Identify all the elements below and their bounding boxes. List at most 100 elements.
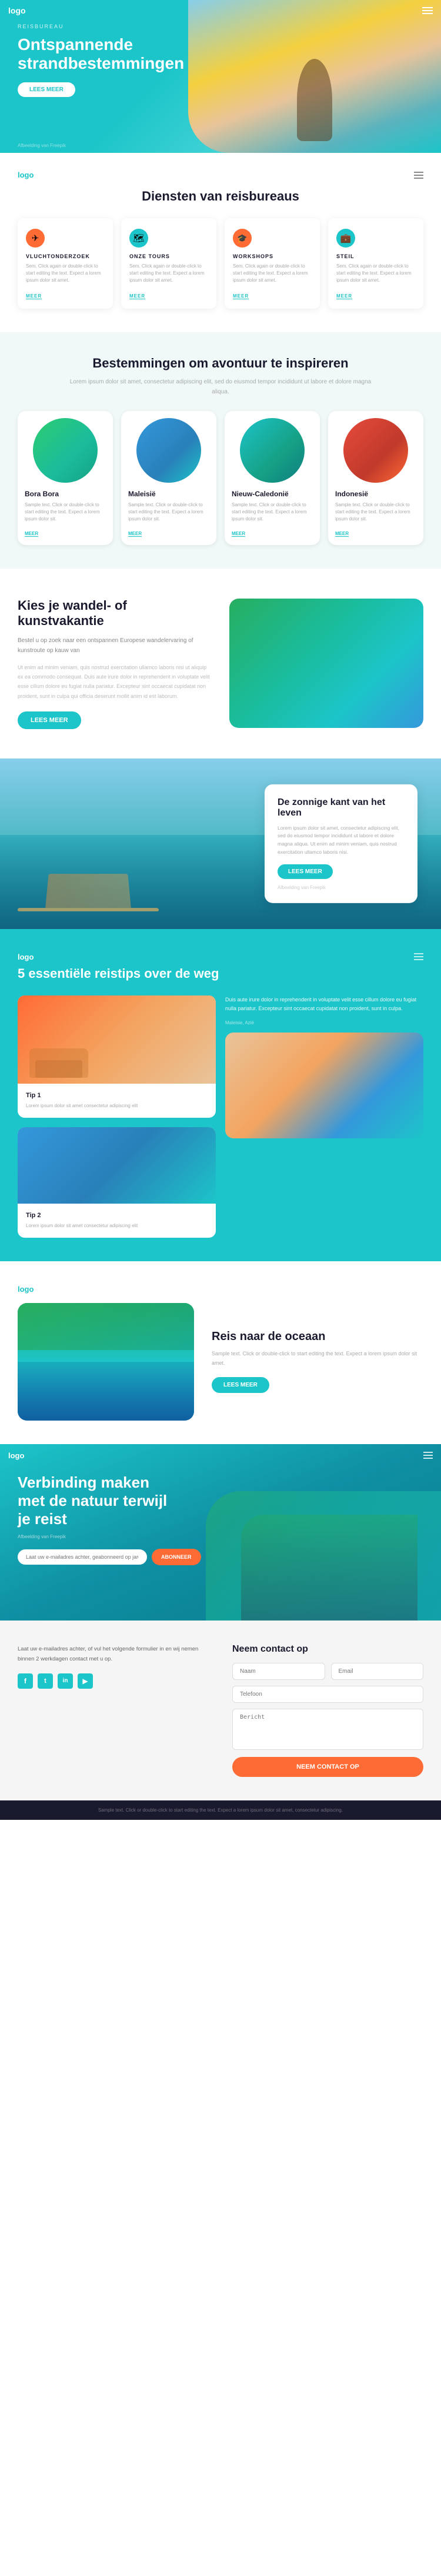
- contact-phone-input[interactable]: [232, 1686, 423, 1703]
- sunny-title: De zonnige kant van het leven: [278, 797, 405, 818]
- sunny-section: De zonnige kant van het leven Lorem ipsu…: [0, 759, 441, 929]
- tip-card-1: Tip 1 Lorem ipsum dolor sit amet consect…: [18, 995, 216, 1118]
- destination-name-indonesie: Indonesië: [335, 490, 416, 498]
- footer-bar: Sample text. Click or double-click to st…: [0, 1800, 441, 1820]
- tip-image-right: [225, 1033, 423, 1138]
- service-card-workshops: 🎓 WORKSHOPS Sem. Click again or double-c…: [225, 218, 320, 309]
- services-title: Diensten van reisbureaus: [18, 189, 423, 204]
- sunny-cta-button[interactable]: LEES MEER: [278, 864, 333, 879]
- destination-text-caledonien: Sample text. Click or double-click to st…: [232, 502, 313, 523]
- footer-hero-content: Verbinding maken met de natuur terwijl j…: [18, 1474, 201, 1566]
- destination-link-maleisie[interactable]: MEER: [128, 531, 142, 537]
- tips-grid: Tip 1 Lorem ipsum dolor sit amet consect…: [18, 995, 423, 1238]
- footer-hero-section: logo Verbinding maken met de natuur terw…: [0, 1444, 441, 1621]
- social-icon-facebook[interactable]: f: [18, 1673, 33, 1689]
- tip-image-1: [18, 995, 216, 1084]
- tip-card-2: Tip 2 Lorem ipsum dolor sit amet consect…: [18, 1127, 216, 1238]
- subscribe-button[interactable]: ABONNEER: [152, 1549, 201, 1565]
- footer-hero-logo: logo: [8, 1451, 24, 1460]
- contact-email-input[interactable]: [331, 1663, 424, 1680]
- destination-text-maleisie: Sample text. Click or double-click to st…: [128, 502, 209, 523]
- footer-hero-sub: Afbeelding van Freepik: [18, 1534, 201, 1539]
- destination-name-borabora: Bora Bora: [25, 490, 106, 498]
- services-logo-row: logo: [18, 171, 423, 179]
- destination-card-borabora: Bora Bora Sample text. Click or double-c…: [18, 411, 113, 545]
- social-icon-linkedin[interactable]: in: [58, 1673, 73, 1689]
- service-link-tours[interactable]: MEER: [129, 293, 145, 299]
- destination-card-indonesie: Indonesië Sample text. Click or double-c…: [328, 411, 423, 545]
- services-grid: ✈ VLUCHTONDERZOEK Sem. Click again or do…: [18, 218, 423, 309]
- service-text-flight: Sem. Click again or double-click to star…: [26, 263, 105, 284]
- hero-title: Ontspannende strandbestemmingen: [18, 35, 153, 73]
- contact-left: Laat uw e-mailadres achter, of vul het v…: [18, 1644, 209, 1689]
- service-icon-steil: 💼: [336, 229, 355, 248]
- sunny-text: Lorem ipsum dolor sit amet, consectetur …: [278, 824, 405, 856]
- service-link-workshops[interactable]: MEER: [233, 293, 249, 299]
- hamburger-menu[interactable]: [422, 7, 433, 14]
- wander-title: Kies je wandel- of kunstvakantie: [18, 598, 212, 629]
- hero-image: [188, 0, 441, 153]
- sunny-card: De zonnige kant van het leven Lorem ipsu…: [265, 784, 417, 903]
- destination-card-caledonien: Nieuw-Caledonië Sample text. Click or do…: [225, 411, 320, 545]
- hero-footer-text: Afbeelding van Freepik: [18, 143, 66, 148]
- tips-right-text: Duis aute irure dolor in reprehenderit i…: [225, 995, 423, 1014]
- services-logo: logo: [18, 171, 34, 179]
- service-icon-flight: ✈: [26, 229, 45, 248]
- destination-text-borabora: Sample text. Click or double-click to st…: [25, 502, 106, 523]
- contact-form-title: Neem contact op: [232, 1644, 423, 1655]
- tips-hamburger[interactable]: [414, 953, 423, 960]
- destination-link-borabora[interactable]: MEER: [25, 531, 38, 537]
- destination-text-indonesie: Sample text. Click or double-click to st…: [335, 502, 416, 523]
- services-section: logo Diensten van reisbureaus ✈ VLUCHTON…: [0, 153, 441, 332]
- tips-meta: Maleisie, Azië: [225, 1020, 423, 1025]
- service-text-tours: Sem. Click again or double-click to star…: [129, 263, 208, 284]
- hero-content: REISBUREAU Ontspannende strandbestemming…: [18, 24, 153, 97]
- service-card-tours: 🗺 ONZE TOURS Sem. Click again or double-…: [121, 218, 216, 309]
- service-text-steil: Sem. Click again or double-click to star…: [336, 263, 415, 284]
- contact-name-input[interactable]: [232, 1663, 325, 1680]
- social-icons-row: f t in ▶: [18, 1673, 209, 1689]
- ocean-text: Sample text. Click or double-click to st…: [212, 1349, 423, 1368]
- destinations-subtitle: Lorem ipsum dolor sit amet, consectetur …: [68, 377, 373, 397]
- service-link-steil[interactable]: MEER: [336, 293, 352, 299]
- hero-image-inner: [188, 0, 441, 153]
- destinations-grid: Bora Bora Sample text. Click or double-c…: [18, 411, 423, 545]
- footer-hero-title: Verbinding maken met de natuur terwijl j…: [18, 1474, 171, 1529]
- footer-hero-hamburger[interactable]: [423, 1452, 433, 1459]
- hero-logo: logo: [8, 6, 26, 15]
- ocean-content: Reis naar de oceaan Sample text. Click o…: [212, 1330, 423, 1393]
- contact-intro: Laat uw e-mailadres achter, of vul het v…: [18, 1644, 209, 1664]
- hero-section: logo REISBUREAU Ontspannende strandbeste…: [0, 0, 441, 153]
- destination-link-caledonien[interactable]: MEER: [232, 531, 245, 537]
- service-text-workshops: Sem. Click again or double-click to star…: [233, 263, 312, 284]
- ocean-title: Reis naar de oceaan: [212, 1330, 423, 1344]
- destination-image-borabora: [33, 418, 98, 483]
- tips-left: Tip 1 Lorem ipsum dolor sit amet consect…: [18, 995, 216, 1238]
- social-icon-twitter[interactable]: t: [38, 1673, 53, 1689]
- destinations-title: Bestemmingen om avontuur te inspireren: [18, 356, 423, 371]
- contact-section: Laat uw e-mailadres achter, of vul het v…: [0, 1621, 441, 1800]
- email-subscribe-input[interactable]: [18, 1549, 147, 1565]
- service-title-workshops: WORKSHOPS: [233, 253, 312, 259]
- contact-message-input[interactable]: [232, 1709, 423, 1750]
- contact-submit-button[interactable]: NEEM CONTACT OP: [232, 1757, 423, 1777]
- service-icon-tours: 🗺: [129, 229, 148, 248]
- tips-right: Duis aute irure dolor in reprehenderit i…: [225, 995, 423, 1139]
- services-hamburger[interactable]: [414, 172, 423, 179]
- destination-image-maleisie: [136, 418, 201, 483]
- hero-cta-button[interactable]: LEES MEER: [18, 82, 75, 97]
- sunny-footer: Afbeelding van Freepik: [278, 885, 405, 890]
- ocean-logo: logo: [18, 1285, 34, 1294]
- tips-logo: logo: [18, 953, 34, 961]
- tip-image-2: [18, 1127, 216, 1204]
- tip-title-1: Tip 1: [26, 1092, 208, 1099]
- tip-title-2: Tip 2: [26, 1212, 208, 1219]
- ocean-cta-button[interactable]: LEES MEER: [212, 1377, 269, 1393]
- destination-image-caledonien: [240, 418, 305, 483]
- destination-link-indonesie[interactable]: MEER: [335, 531, 349, 537]
- wander-image: [229, 599, 423, 728]
- social-icon-youtube[interactable]: ▶: [78, 1673, 93, 1689]
- service-link-flight[interactable]: MEER: [26, 293, 42, 299]
- wander-cta-button[interactable]: LEES MEER: [18, 711, 81, 729]
- destinations-section: Bestemmingen om avontuur te inspireren L…: [0, 332, 441, 569]
